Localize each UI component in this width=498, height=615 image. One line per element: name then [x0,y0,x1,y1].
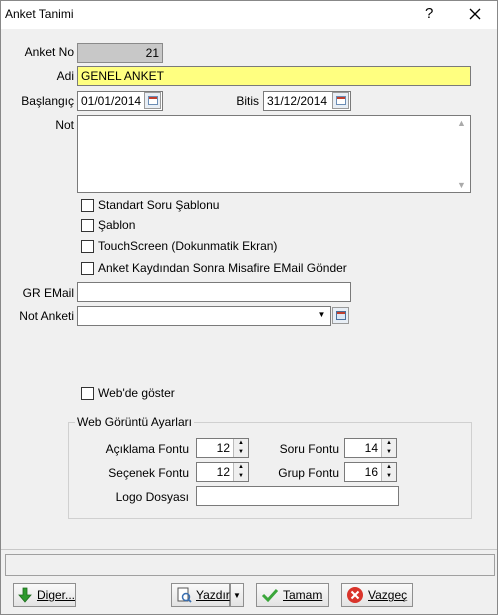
checkbox-box[interactable] [81,218,94,232]
checkbox-email-gonder[interactable]: Anket Kaydından Sonra Misafire EMail Gön… [81,261,347,275]
tamam-label: Tamam [283,588,323,602]
spin-up-icon[interactable]: ▲ [382,439,396,448]
spin-up-icon[interactable]: ▲ [234,439,248,448]
spin-down-icon[interactable]: ▼ [382,472,396,481]
title-bar: Anket Tanimi ? [1,1,497,29]
logo-dosyasi-field[interactable] [196,486,399,506]
aciklama-fontu-label: Açıklama Fontu [105,442,189,456]
spinner-value: 12 [216,441,230,455]
spin-up-icon[interactable]: ▲ [234,463,248,472]
bitis-label: Bitis [236,94,259,108]
adi-label: Adi [56,69,74,83]
checkbox-touchscreen[interactable]: TouchScreen (Dokunmatik Ekran) [81,239,277,253]
spinner-value: 14 [364,441,378,455]
cancel-icon [346,586,364,604]
soru-fontu-label: Soru Fontu [279,442,339,456]
scroll-down-icon[interactable]: ▼ [457,180,466,190]
checkbox-box[interactable] [81,198,94,212]
aciklama-fontu-spinner[interactable]: 12 ▲ ▼ [196,438,249,458]
soru-fontu-spinner[interactable]: 14 ▲ ▼ [344,438,397,458]
secenek-fontu-label: Seçenek Fontu [108,466,189,480]
baslangic-label: Başlangıç [21,94,74,108]
window-title: Anket Tanimi [5,7,74,21]
checkbox-box[interactable] [81,239,94,253]
diger-label: Diger... [36,588,75,602]
not-anketi-lookup-button[interactable] [332,307,349,324]
arrow-down-icon [18,586,33,604]
yazdir-button[interactable]: Yazdır [171,583,230,607]
checkbox-standart-soru-sablonu[interactable]: Standart Soru Şablonu [81,198,219,212]
checkmark-icon [261,586,279,604]
calendar-icon [336,96,346,105]
print-preview-icon [176,586,192,604]
help-button[interactable]: ? [425,5,433,22]
spinner-value: 12 [216,465,230,479]
gr-email-field[interactable] [77,282,351,302]
checkbox-label: Web'de göster [98,386,175,400]
yazdir-dropdown-button[interactable]: ▼ [230,583,244,607]
not-memo-field[interactable]: ▲ ▼ [77,115,471,193]
checkbox-webde-goster[interactable]: Web'de göster [81,386,175,400]
checkbox-label: Anket Kaydından Sonra Misafire EMail Gön… [98,261,347,275]
memo-scrollbar[interactable]: ▲ ▼ [453,116,470,192]
scroll-up-icon[interactable]: ▲ [457,118,466,128]
separator [1,549,497,550]
checkbox-box[interactable] [81,261,94,275]
vazgec-button[interactable]: Vazgeç [341,583,413,607]
not-anketi-label: Not Anketi [19,309,74,323]
checkbox-label: Şablon [98,218,136,232]
anket-tanimi-dialog: Anket Tanimi ? Anket No 21 Adi GENEL ANK… [0,0,498,615]
checkbox-sablon[interactable]: Şablon [81,218,135,232]
lookup-icon [336,311,346,320]
checkbox-label: Standart Soru Şablonu [98,198,220,212]
checkbox-box[interactable] [81,386,94,400]
tamam-button[interactable]: Tamam [256,583,329,607]
adi-field[interactable]: GENEL ANKET [77,66,471,86]
chevron-down-icon[interactable]: ▼ [314,307,329,324]
spin-up-icon[interactable]: ▲ [382,463,396,472]
yazdir-label: Yazdır [196,588,230,602]
diger-button[interactable]: Diger... [13,583,76,607]
status-bar [5,554,495,576]
grup-fontu-label: Grup Fontu [278,466,339,480]
logo-dosyasi-label: Logo Dosyası [115,490,189,504]
spin-down-icon[interactable]: ▼ [234,472,248,481]
vazgec-label: Vazgeç [368,588,408,602]
close-button[interactable] [462,2,488,26]
checkbox-label: TouchScreen (Dokunmatik Ekran) [98,239,278,253]
anket-no-label: Anket No [24,45,74,59]
anket-no-field[interactable]: 21 [77,43,163,63]
bitis-calendar-button[interactable] [332,92,349,109]
close-icon [469,8,481,20]
grup-fontu-spinner[interactable]: 16 ▲ ▼ [344,462,397,482]
not-label: Not [55,118,74,132]
chevron-down-icon: ▼ [233,590,241,600]
spinner-value: 16 [364,465,378,479]
group-title: Web Görüntü Ayarları [75,415,194,429]
gr-email-label: GR EMail [22,286,74,300]
spin-down-icon[interactable]: ▼ [382,448,396,457]
not-anketi-combo[interactable] [77,306,331,326]
spin-down-icon[interactable]: ▼ [234,448,248,457]
calendar-icon [148,96,158,105]
secenek-fontu-spinner[interactable]: 12 ▲ ▼ [196,462,249,482]
baslangic-calendar-button[interactable] [144,92,161,109]
